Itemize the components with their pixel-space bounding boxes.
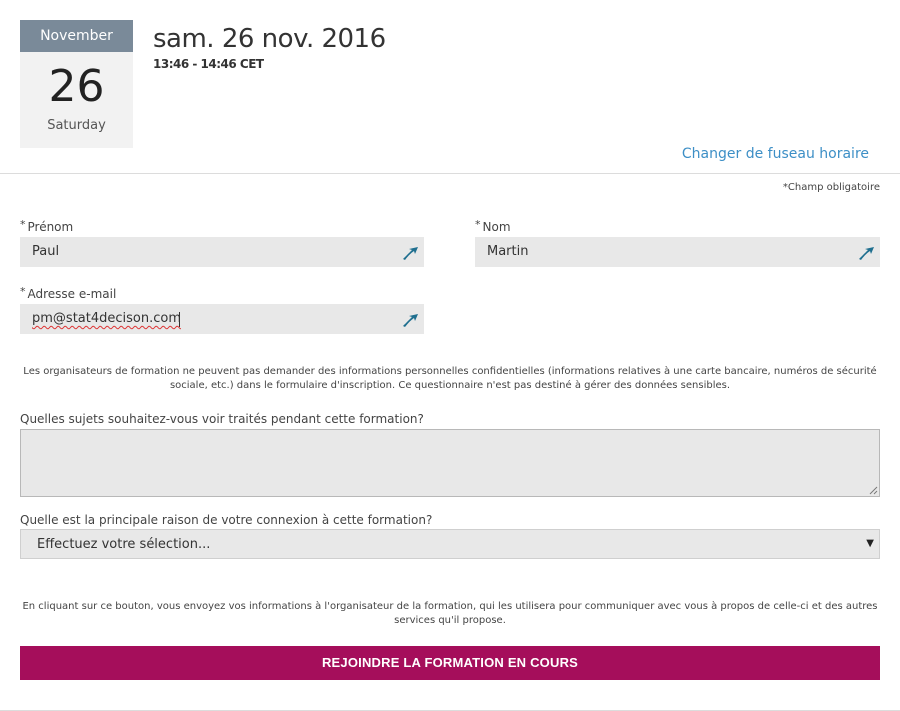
calendar-month: November [20,20,133,52]
change-timezone-link[interactable]: Changer de fuseau horaire [682,146,869,162]
text-cursor [179,312,180,327]
calendar-weekday: Saturday [47,118,106,133]
autofill-icon[interactable] [401,310,421,328]
consent-notice: En cliquant sur ce bouton, vous envoyez … [22,601,878,626]
event-time: 13:46 - 14:46 CET [153,57,264,71]
reason-question-label: Quelle est la principale raison de votre… [20,513,433,527]
calendar-badge: November 26 Saturday [20,20,133,148]
calendar-day: 26 [48,61,105,112]
dropdown-arrow-icon: ▼ [866,538,874,549]
event-date: sam. 26 nov. 2016 [153,24,386,54]
first-name-label: * Prénom [20,218,74,234]
email-value: pm@stat4decison.com [32,311,181,326]
email-label: * Adresse e-mail [20,285,117,301]
required-field-note: *Champ obligatoire [782,182,880,193]
autofill-icon[interactable] [857,243,877,261]
header-divider [0,173,900,174]
first-name-input[interactable]: Paul [20,237,424,267]
email-input[interactable]: pm@stat4decison.com [20,304,424,334]
join-training-button[interactable]: REJOINDRE LA FORMATION EN COURS [20,646,880,680]
last-name-input[interactable]: Martin [475,237,880,267]
topics-question-label: Quelles sujets souhaitez-vous voir trait… [20,412,424,426]
autofill-icon[interactable] [401,243,421,261]
topics-textarea[interactable] [20,429,880,497]
reason-selected-value: Effectuez votre sélection... [37,537,211,552]
resize-grip-icon[interactable] [868,485,878,495]
privacy-notice: Les organisateurs de formation ne peuven… [23,366,877,391]
last-name-value: Martin [487,244,529,259]
reason-select[interactable]: Effectuez votre sélection... ▼ [20,529,880,559]
last-name-label: * Nom [475,218,511,234]
first-name-value: Paul [32,244,60,259]
